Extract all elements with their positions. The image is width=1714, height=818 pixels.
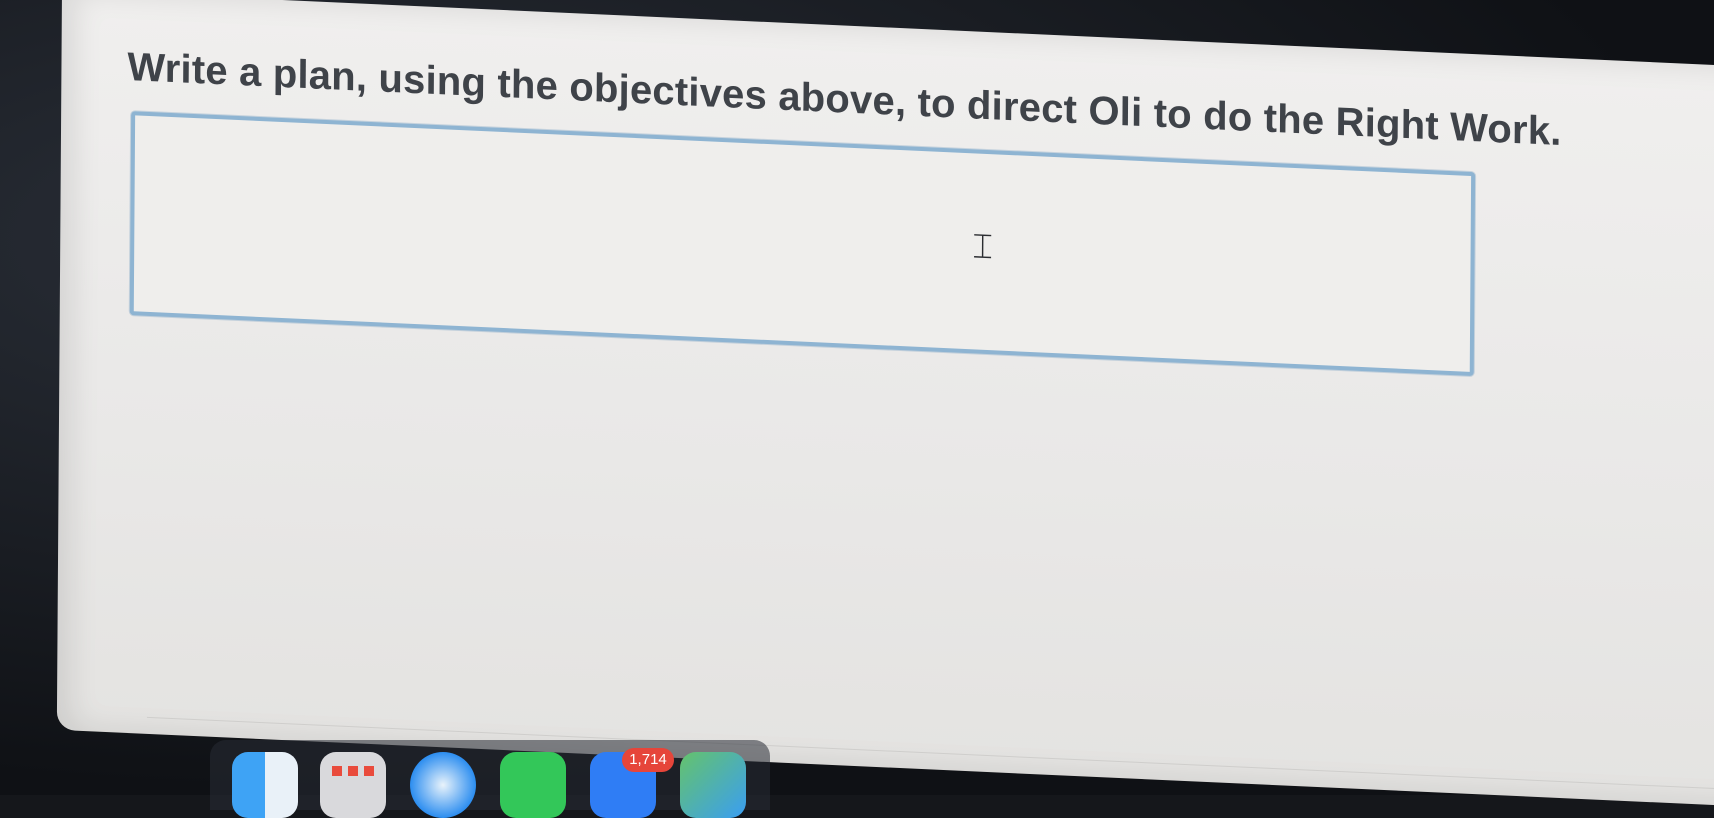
messages-icon[interactable] [500,752,566,818]
maps-icon[interactable] [680,752,746,818]
macos-dock: 1,714 [210,740,770,818]
text-cursor-icon: ⌶ [972,226,994,268]
mail-unread-badge: 1,714 [622,748,674,772]
launchpad-icon[interactable] [320,752,386,818]
launchpad-grid [332,766,374,776]
safari-icon[interactable] [410,752,476,818]
browser-page: Write a plan, using the objectives above… [56,0,1714,807]
answer-text-field[interactable] [129,111,1476,377]
finder-icon[interactable] [232,752,298,818]
